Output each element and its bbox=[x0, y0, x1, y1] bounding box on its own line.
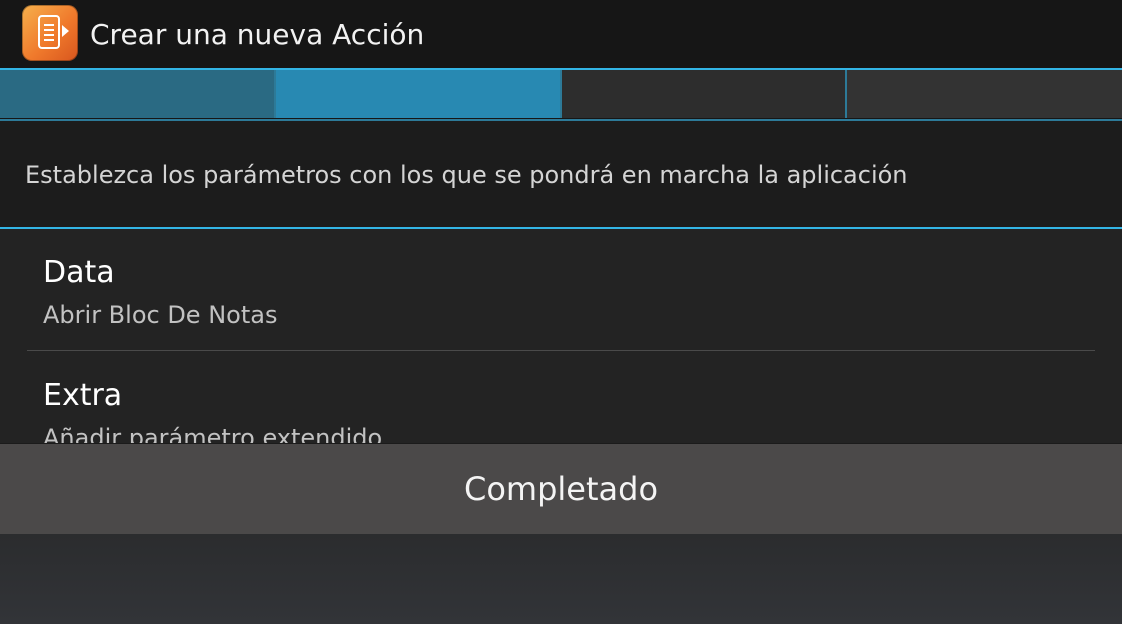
wizard-step-1 bbox=[0, 70, 276, 118]
wizard-step-3 bbox=[562, 70, 847, 118]
page-title: Crear una nueva Acción bbox=[90, 17, 425, 51]
done-button[interactable]: Completado bbox=[0, 444, 1122, 534]
list-item-summary: Abrir Bloc De Notas bbox=[43, 301, 278, 329]
parameter-list: Data Abrir Bloc De Notas Extra Añadir pa… bbox=[0, 229, 1122, 443]
list-divider bbox=[27, 350, 1095, 351]
list-item-summary: Añadir parámetro extendido bbox=[43, 424, 383, 443]
instructions-text: Establezca los parámetros con los que se… bbox=[25, 161, 908, 189]
list-item-data[interactable]: Data Abrir Bloc De Notas bbox=[0, 229, 1122, 351]
title-bar: Crear una nueva Acción bbox=[0, 0, 1122, 68]
list-item-title: Data bbox=[43, 255, 115, 290]
bottom-background bbox=[0, 534, 1122, 624]
list-item-title: Extra bbox=[43, 378, 123, 413]
wizard-step-2-current bbox=[276, 70, 562, 118]
wizard-progress bbox=[0, 70, 1122, 120]
app-icon bbox=[22, 5, 78, 61]
instructions-panel: Establezca los parámetros con los que se… bbox=[0, 121, 1122, 227]
arrow-icon bbox=[62, 25, 69, 37]
wizard-step-4 bbox=[847, 70, 1122, 118]
phone-icon bbox=[38, 15, 60, 49]
list-item-extra[interactable]: Extra Añadir parámetro extendido bbox=[0, 352, 1122, 443]
